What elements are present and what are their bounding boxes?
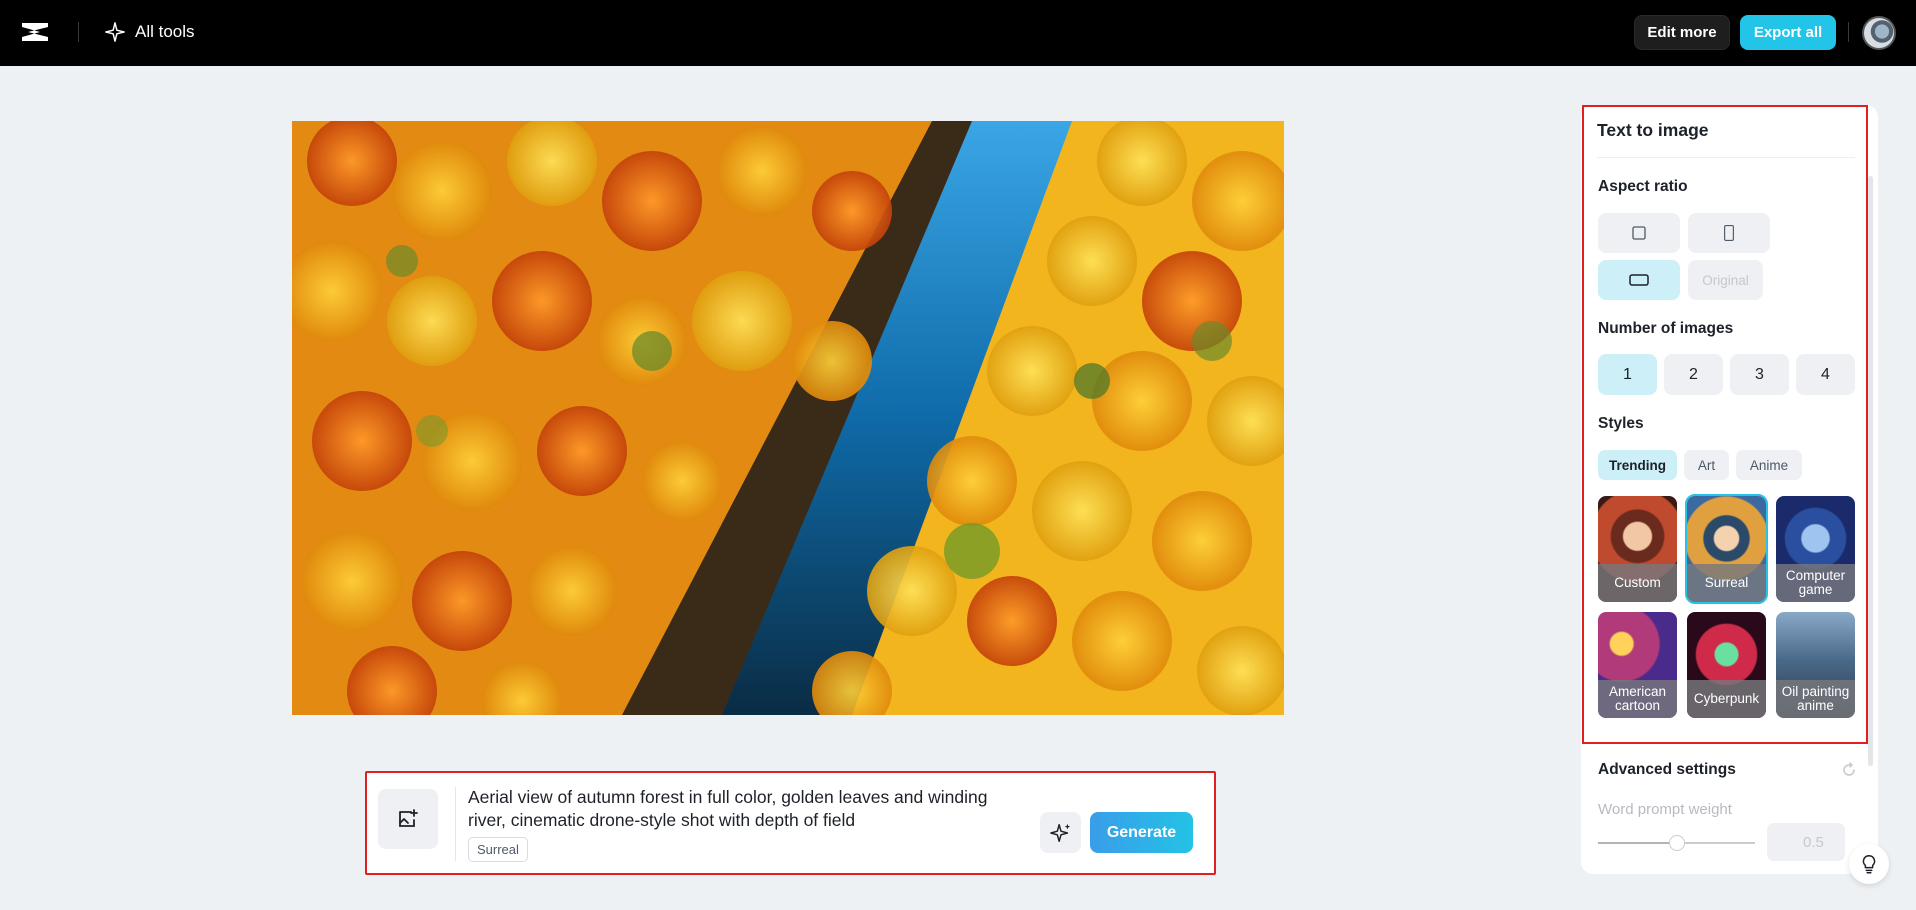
aspect-ratio-landscape[interactable]: [1598, 260, 1680, 300]
advanced-settings-label: Advanced settings: [1598, 761, 1736, 778]
panel-scrollbar[interactable]: [1868, 176, 1873, 766]
style-card-american-cartoon[interactable]: American cartoon: [1598, 612, 1677, 718]
reset-icon[interactable]: [1840, 761, 1858, 779]
edit-more-button[interactable]: Edit more: [1634, 15, 1730, 50]
number-option-2[interactable]: 2: [1664, 354, 1723, 395]
style-card-cyberpunk[interactable]: Cyberpunk: [1687, 612, 1766, 718]
style-card-label: Oil painting anime: [1776, 680, 1855, 718]
tips-button[interactable]: [1849, 844, 1889, 884]
top-bar: All tools Edit more Export all: [0, 0, 1916, 66]
style-card-surreal[interactable]: Surreal: [1685, 494, 1768, 604]
sparkle-icon: [1049, 823, 1070, 842]
portrait-ratio-icon: [1724, 224, 1734, 242]
landscape-ratio-icon: [1629, 274, 1649, 286]
sparkle-icon: [105, 22, 125, 42]
avatar[interactable]: [1862, 16, 1896, 50]
panel-title: Text to image: [1597, 120, 1709, 140]
style-tab-trending[interactable]: Trending: [1598, 450, 1677, 480]
style-tab-anime[interactable]: Anime: [1736, 450, 1802, 480]
divider: [78, 22, 79, 42]
style-card-label: Computer game: [1776, 564, 1855, 602]
magic-enhance-button[interactable]: [1040, 812, 1081, 853]
word-prompt-weight-label: Word prompt weight: [1598, 801, 1732, 818]
style-card-label: American cartoon: [1598, 680, 1677, 718]
style-card-oil-painting-anime[interactable]: Oil painting anime: [1776, 612, 1855, 718]
number-of-images-label: Number of images: [1598, 320, 1734, 337]
capcut-logo-icon[interactable]: [20, 19, 50, 45]
style-card-label: Surreal: [1687, 564, 1766, 602]
style-card-computer-game[interactable]: Computer game: [1776, 496, 1855, 602]
style-tag[interactable]: Surreal: [468, 837, 528, 862]
text-to-image-panel: Text to image Aspect ratio Original Numb…: [1581, 105, 1878, 874]
number-option-1[interactable]: 1: [1598, 354, 1657, 395]
style-card-custom[interactable]: Custom: [1598, 496, 1677, 602]
aspect-ratio-portrait[interactable]: [1688, 213, 1770, 253]
number-option-4[interactable]: 4: [1796, 354, 1855, 395]
aspect-ratio-square[interactable]: [1598, 213, 1680, 253]
style-card-label: Cyberpunk: [1687, 680, 1766, 718]
all-tools-button[interactable]: All tools: [104, 20, 195, 44]
export-all-button[interactable]: Export all: [1740, 15, 1836, 50]
square-ratio-icon: [1632, 226, 1646, 240]
aspect-ratio-original[interactable]: Original: [1688, 260, 1763, 300]
divider: [1848, 22, 1849, 42]
lightbulb-icon: [1862, 855, 1876, 874]
weight-value-input[interactable]: 0.5: [1767, 823, 1845, 861]
add-image-icon: [399, 809, 418, 827]
style-tab-art[interactable]: Art: [1684, 450, 1729, 480]
weight-slider-thumb[interactable]: [1668, 835, 1685, 851]
prompt-bar: Aerial view of autumn forest in full col…: [365, 771, 1216, 875]
reference-image-button[interactable]: [378, 789, 438, 849]
generate-button[interactable]: Generate: [1090, 812, 1193, 853]
number-option-3[interactable]: 3: [1730, 354, 1789, 395]
prompt-input[interactable]: Aerial view of autumn forest in full col…: [468, 786, 1008, 832]
all-tools-label: All tools: [135, 22, 195, 41]
style-card-label: Custom: [1598, 564, 1677, 602]
divider: [455, 787, 456, 861]
advanced-settings-row[interactable]: Advanced settings: [1598, 761, 1858, 781]
weight-slider-fill: [1598, 842, 1677, 844]
generated-image[interactable]: [292, 121, 1284, 715]
divider: [1597, 157, 1855, 158]
aspect-ratio-label: Aspect ratio: [1598, 178, 1688, 195]
styles-label: Styles: [1598, 415, 1644, 432]
